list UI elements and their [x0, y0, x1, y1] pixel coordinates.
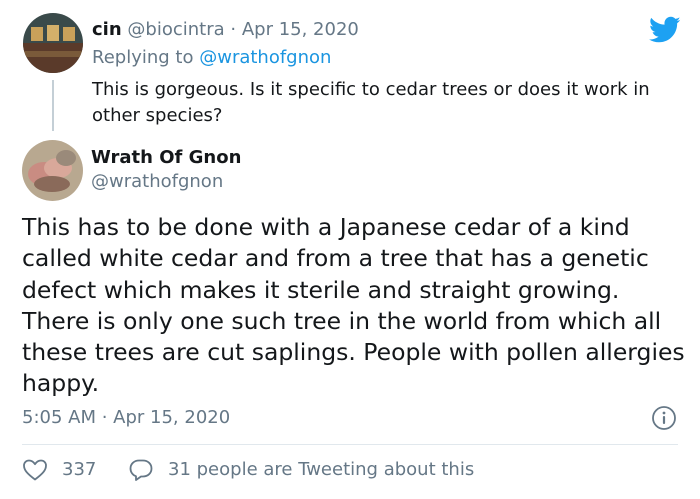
- reply-avatar[interactable]: [23, 13, 83, 73]
- divider: [22, 444, 678, 445]
- main-avatar[interactable]: [22, 140, 83, 201]
- info-icon[interactable]: [651, 405, 677, 431]
- main-author-handle[interactable]: @wrathofgnon: [91, 170, 223, 194]
- replying-to-prefix: Replying to: [92, 47, 194, 68]
- heart-icon[interactable]: [22, 458, 48, 482]
- tweet-timestamp[interactable]: 5:05 AM · Apr 15, 2020: [22, 406, 230, 430]
- reply-author-name[interactable]: cin: [92, 19, 122, 40]
- main-tweet-text: This has to be done with a Japanese ceda…: [22, 213, 685, 398]
- like-count[interactable]: 337: [62, 458, 96, 482]
- twitter-bird-icon[interactable]: [649, 16, 681, 44]
- reply-text: This is gorgeous. Is it specific to ceda…: [92, 79, 650, 126]
- replying-to-mention[interactable]: @wrathofgnon: [199, 47, 331, 68]
- reply-separator: ·: [230, 19, 237, 40]
- reply-author-handle[interactable]: @biocintra: [127, 19, 224, 40]
- thread-line: [52, 80, 54, 131]
- reply-header: cin @biocintra · Apr 15, 2020: [92, 18, 359, 42]
- replying-to-line: Replying to @wrathofgnon: [92, 46, 331, 70]
- main-author-name[interactable]: Wrath Of Gnon: [91, 146, 241, 170]
- reply-date[interactable]: Apr 15, 2020: [242, 19, 359, 40]
- comment-bubble-icon[interactable]: [128, 458, 154, 482]
- tweeting-about-link[interactable]: 31 people are Tweeting about this: [168, 458, 474, 482]
